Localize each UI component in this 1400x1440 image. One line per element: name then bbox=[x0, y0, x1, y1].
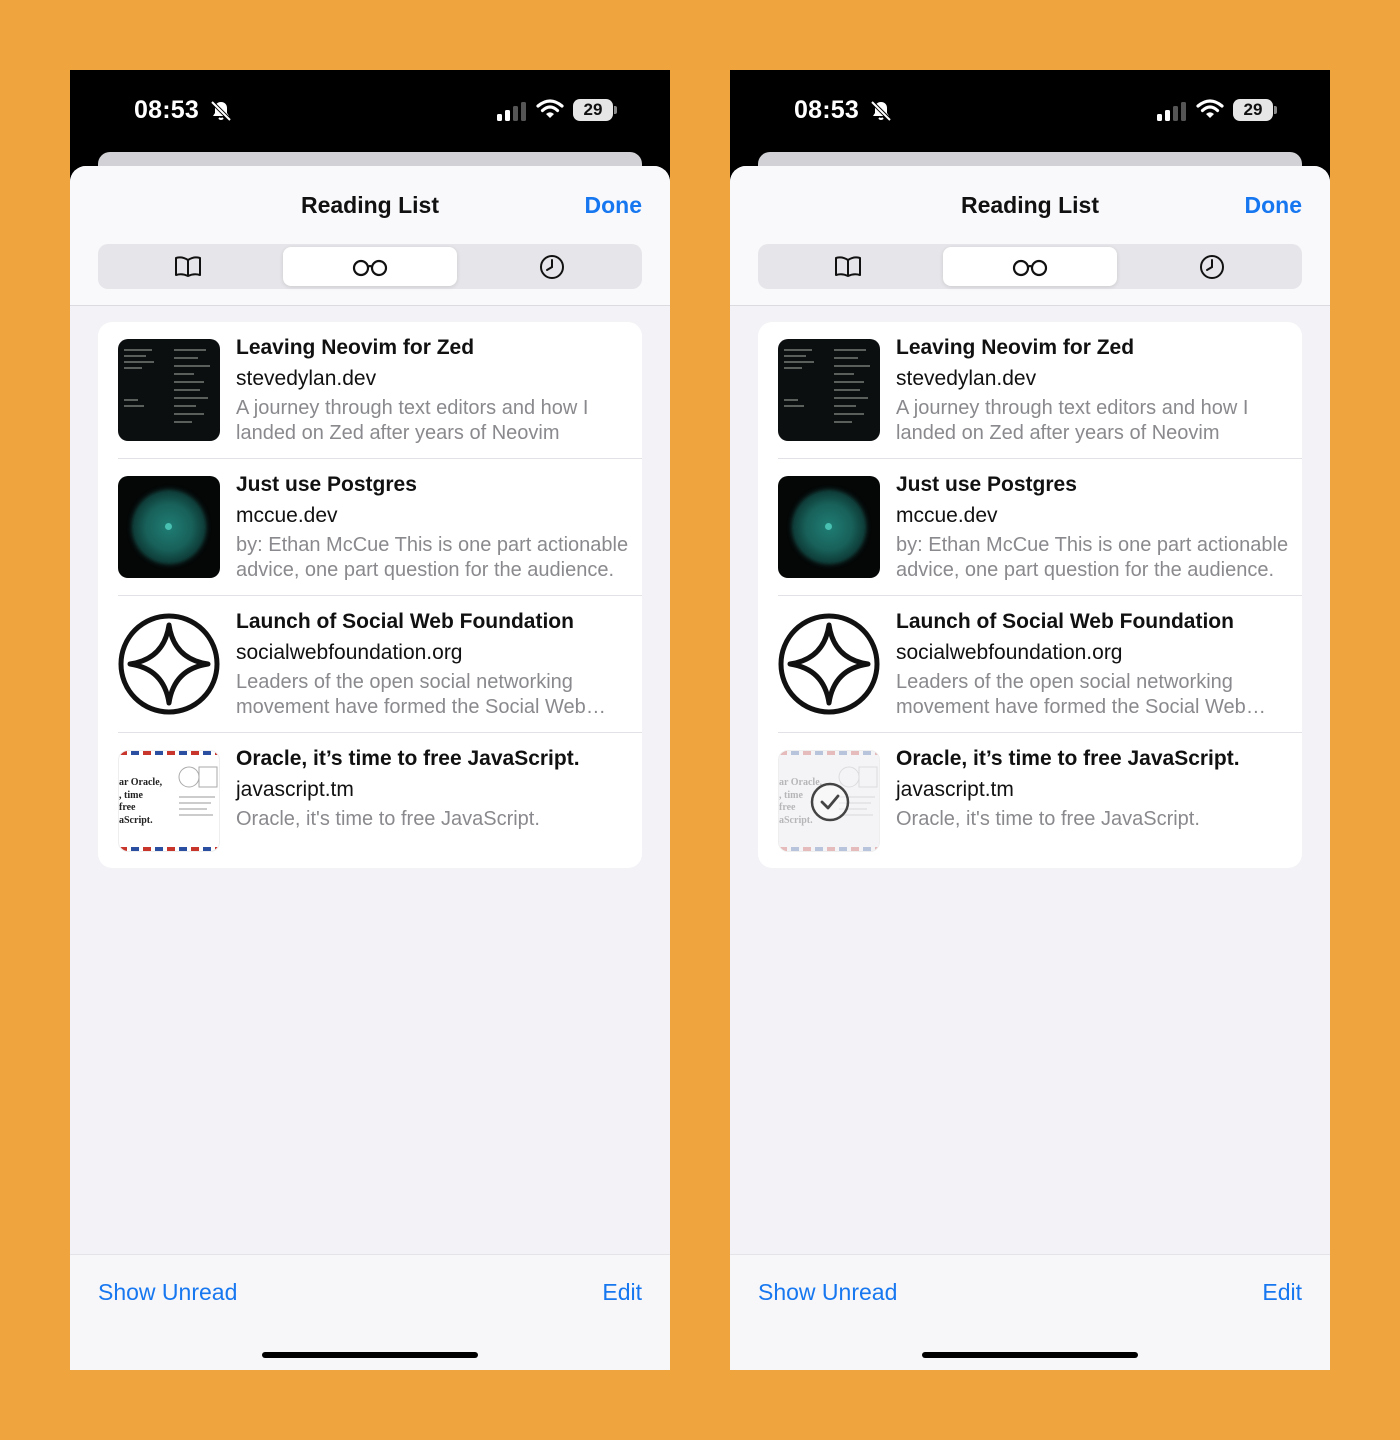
battery-level: 29 bbox=[1243, 100, 1263, 119]
status-time: 08:53 bbox=[794, 96, 859, 124]
item-title: Leaving Neovim for Zed bbox=[896, 336, 1135, 359]
checkmark-circle-icon bbox=[810, 782, 850, 822]
phone-screen-left: 08:53 29 Reading List Done Leaving Neovi… bbox=[70, 70, 670, 1370]
item-description: Leaders of the open social networking mo… bbox=[896, 671, 1246, 718]
item-domain: mccue.dev bbox=[896, 504, 998, 527]
reading-list: Leaving Neovim for Zed stevedylan.dev A … bbox=[98, 322, 642, 868]
item-title: Oracle, it’s time to free JavaScript. bbox=[896, 747, 1240, 770]
bell-muted-icon bbox=[870, 100, 892, 122]
status-time: 08:53 bbox=[134, 96, 199, 124]
list-item[interactable]: Leaving Neovim for Zed stevedylan.dev A … bbox=[98, 322, 642, 459]
thumbnail-letter-text: ar Oracle, , time free aScript. bbox=[119, 777, 163, 826]
thumbnail-code-editor bbox=[778, 339, 880, 441]
four-point-star-icon bbox=[778, 613, 880, 715]
cellular-signal-icon bbox=[497, 102, 526, 121]
sheet-header: Reading List Done bbox=[70, 166, 670, 306]
tab-bookmarks[interactable] bbox=[101, 247, 275, 286]
thumbnail-star-logo bbox=[778, 613, 880, 715]
list-item[interactable]: Just use Postgres mccue.dev by: Ethan Mc… bbox=[758, 459, 1302, 596]
reading-list-sheet: Reading List Done Leaving Neovim for Zed… bbox=[730, 166, 1330, 1370]
glasses-icon bbox=[352, 259, 388, 276]
status-bar: 08:53 29 bbox=[730, 70, 1330, 154]
thumbnail-code-editor bbox=[118, 339, 220, 441]
phone-screen-right: 08:53 29 Reading List Done Leaving Neovi… bbox=[730, 70, 1330, 1370]
status-bar: 08:53 29 bbox=[70, 70, 670, 154]
tab-reading-list[interactable] bbox=[943, 247, 1117, 286]
sidebar-tabs bbox=[758, 244, 1302, 289]
sidebar-tabs bbox=[98, 244, 642, 289]
home-indicator[interactable] bbox=[922, 1352, 1138, 1358]
item-description: A journey through text editors and how I… bbox=[236, 397, 589, 444]
list-item[interactable]: Launch of Social Web Foundation socialwe… bbox=[758, 596, 1302, 733]
book-icon bbox=[175, 255, 201, 277]
clock-icon bbox=[1200, 254, 1224, 279]
item-description: Oracle, it's time to free JavaScript. bbox=[236, 808, 540, 830]
reading-list-sheet: Reading List Done Leaving Neovim for Zed… bbox=[70, 166, 670, 1370]
wifi-icon bbox=[1196, 99, 1224, 118]
done-button[interactable]: Done bbox=[1245, 192, 1303, 219]
list-item[interactable]: ar Oracle, , time free aScript. bbox=[98, 733, 642, 870]
thumbnail-teal-orb bbox=[778, 476, 880, 578]
home-indicator[interactable] bbox=[262, 1352, 478, 1358]
sheet-header: Reading List Done bbox=[730, 166, 1330, 306]
thumbnail-star-logo bbox=[118, 613, 220, 715]
item-description: by: Ethan McCue This is one part actiona… bbox=[896, 534, 1289, 581]
item-description: Oracle, it's time to free JavaScript. bbox=[896, 808, 1200, 830]
edit-button[interactable]: Edit bbox=[1262, 1279, 1302, 1306]
list-item[interactable]: ar Oracle, , time free aScript. bbox=[758, 733, 1302, 870]
glasses-icon bbox=[1012, 259, 1048, 276]
battery-indicator: 29 bbox=[1233, 99, 1277, 121]
item-domain: javascript.tm bbox=[896, 778, 1014, 801]
page-title: Reading List bbox=[300, 192, 439, 218]
item-description: Leaders of the open social networking mo… bbox=[236, 671, 586, 718]
edit-button[interactable]: Edit bbox=[602, 1279, 642, 1306]
battery-indicator: 29 bbox=[573, 99, 617, 121]
tab-bookmarks[interactable] bbox=[761, 247, 935, 286]
tab-reading-list[interactable] bbox=[283, 247, 457, 286]
item-title: Just use Postgres bbox=[236, 473, 417, 496]
thumbnail-airmail-letter: ar Oracle, , time free aScript. bbox=[778, 750, 880, 852]
toolbar-footer: Show Unread Edit bbox=[70, 1254, 670, 1370]
battery-level: 29 bbox=[583, 100, 603, 119]
item-domain: mccue.dev bbox=[236, 504, 338, 527]
book-icon bbox=[835, 255, 861, 277]
postmark-stamp-icon bbox=[178, 766, 218, 816]
item-description: A journey through text editors and how I… bbox=[896, 397, 1249, 444]
show-unread-button[interactable]: Show Unread bbox=[758, 1279, 897, 1306]
clock-icon bbox=[540, 254, 564, 279]
item-domain: socialwebfoundation.org bbox=[896, 641, 1123, 664]
item-description: by: Ethan McCue This is one part actiona… bbox=[236, 534, 629, 581]
item-title: Leaving Neovim for Zed bbox=[236, 336, 475, 359]
thumbnail-teal-orb bbox=[118, 476, 220, 578]
item-domain: stevedylan.dev bbox=[236, 367, 377, 390]
item-title: Launch of Social Web Foundation bbox=[896, 610, 1234, 633]
item-title: Oracle, it’s time to free JavaScript. bbox=[236, 747, 580, 770]
item-domain: socialwebfoundation.org bbox=[236, 641, 463, 664]
toolbar-footer: Show Unread Edit bbox=[730, 1254, 1330, 1370]
item-domain: stevedylan.dev bbox=[896, 367, 1037, 390]
bell-muted-icon bbox=[210, 100, 232, 122]
list-item[interactable]: Just use Postgres mccue.dev by: Ethan Mc… bbox=[98, 459, 642, 596]
tab-history[interactable] bbox=[465, 247, 639, 286]
reading-list: Leaving Neovim for Zed stevedylan.dev A … bbox=[758, 322, 1302, 868]
tab-history[interactable] bbox=[1125, 247, 1299, 286]
list-item[interactable]: Leaving Neovim for Zed stevedylan.dev A … bbox=[758, 322, 1302, 459]
list-item[interactable]: Launch of Social Web Foundation socialwe… bbox=[98, 596, 642, 733]
page-title: Reading List bbox=[960, 192, 1099, 218]
thumbnail-airmail-letter: ar Oracle, , time free aScript. bbox=[118, 750, 220, 852]
wifi-icon bbox=[536, 99, 564, 118]
four-point-star-icon bbox=[118, 613, 220, 715]
show-unread-button[interactable]: Show Unread bbox=[98, 1279, 237, 1306]
item-title: Just use Postgres bbox=[896, 473, 1077, 496]
item-domain: javascript.tm bbox=[236, 778, 354, 801]
cellular-signal-icon bbox=[1157, 102, 1186, 121]
done-button[interactable]: Done bbox=[585, 192, 643, 219]
item-title: Launch of Social Web Foundation bbox=[236, 610, 574, 633]
